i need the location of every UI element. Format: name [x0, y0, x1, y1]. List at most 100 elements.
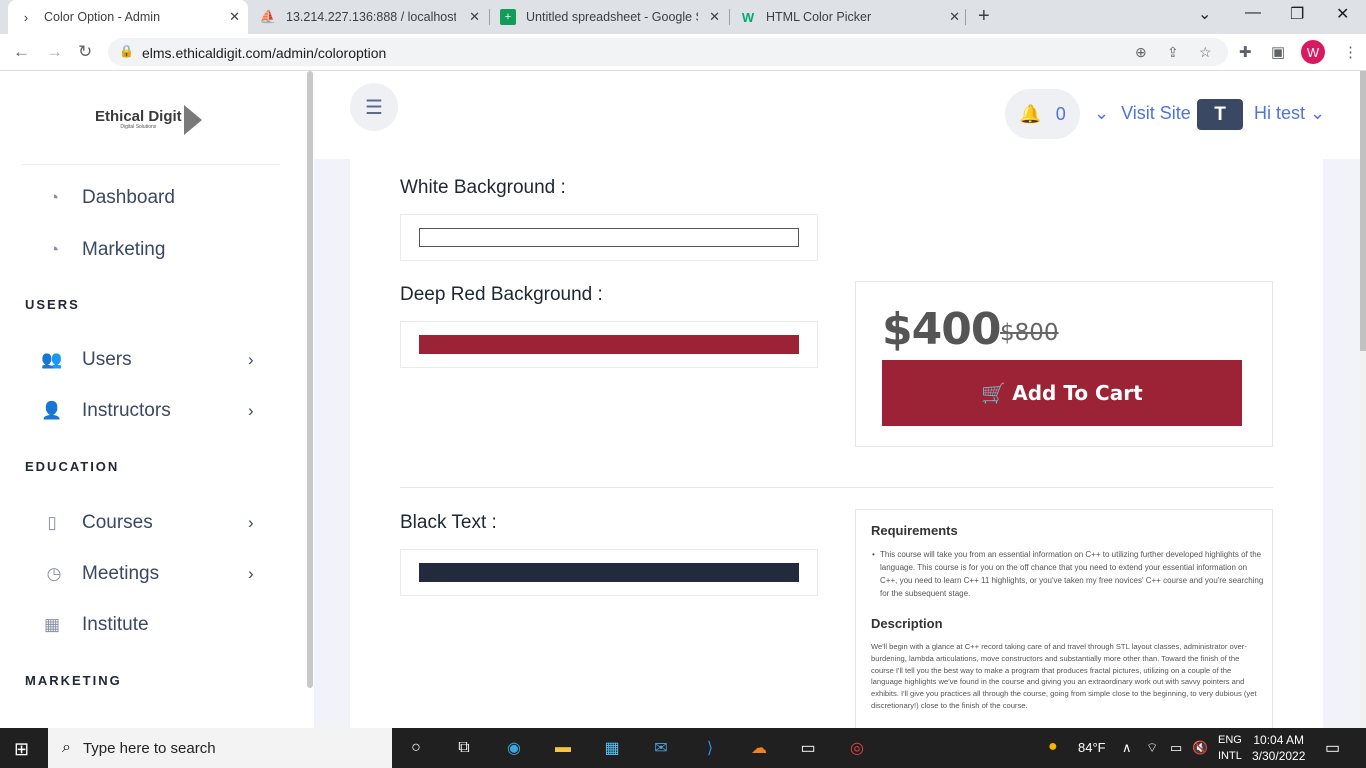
volume-mute-icon[interactable]: 🔇 [1192, 740, 1208, 756]
chevron-right-icon: › [248, 564, 254, 583]
admin-sidebar: Ethical Digit Digital Solutions ◔ Dashbo… [0, 71, 314, 728]
cortana-icon[interactable]: ○ [404, 737, 428, 759]
course-price: $400 [882, 304, 1001, 355]
lock-icon[interactable]: 🔒 [119, 44, 134, 58]
store-icon[interactable]: ▦ [600, 737, 624, 759]
zoom-icon[interactable]: ⊕ [1135, 44, 1147, 61]
notifications-button[interactable]: 🔔 0 [1005, 89, 1080, 139]
file-explorer-icon[interactable]: ▬ [551, 737, 575, 759]
deep-red-background-label: Deep Red Background : [400, 284, 603, 305]
grid-icon: ▦ [43, 615, 61, 634]
weather-temperature[interactable]: 84°F [1078, 740, 1106, 755]
user-icon: 👤 [41, 401, 63, 420]
course-details-preview: Requirements This course will take you f… [855, 509, 1273, 728]
sidebar-item-institute[interactable]: ▦ Institute [40, 610, 149, 640]
tab-html-color-picker[interactable]: W HTML Color Picker ✕ [730, 0, 968, 34]
deep-red-background-picker[interactable] [400, 321, 818, 368]
terminal-icon[interactable]: ▭ [796, 737, 820, 759]
maximize-button[interactable]: ❐ [1290, 4, 1304, 24]
visit-site-link[interactable]: ⌄ Visit Site [1094, 103, 1191, 124]
black-text-picker[interactable] [400, 549, 818, 596]
pie-chart-icon: ◔ [48, 188, 60, 207]
new-tab-button[interactable]: + [978, 5, 990, 28]
sidebar-item-users[interactable]: 👥 Users › [40, 345, 253, 375]
black-text-label: Black Text : [400, 512, 497, 533]
task-view-icon[interactable]: ⧉ [452, 737, 476, 759]
profile-avatar[interactable]: W [1301, 40, 1325, 64]
white-color-swatch[interactable] [419, 228, 799, 247]
admin-topbar: ☰ 🔔 0 ⌄ Visit Site T Hi test ⌄ [314, 71, 1360, 159]
color-options-card: White Background : Deep Red Background :… [350, 159, 1323, 728]
cloudflare-icon[interactable]: ☁ [747, 737, 771, 759]
sidebar-item-meetings[interactable]: ◷ Meetings › [40, 559, 254, 589]
sidebar-item-courses[interactable]: ▯ Courses › [40, 508, 253, 538]
clock-time: 10:04 AM [1253, 733, 1305, 747]
close-window-button[interactable]: ✕ [1336, 4, 1349, 24]
url-text[interactable]: elms.ethicaldigit.com/admin/coloroption [142, 45, 386, 61]
logo-name: Ethical Digit [95, 108, 182, 125]
address-bar[interactable]: 🔒 elms.ethicaldigit.com/admin/coloroptio… [108, 38, 1228, 66]
sidebar-scrollbar[interactable] [307, 71, 313, 688]
chevron-right-icon: › [248, 401, 254, 420]
black-color-swatch[interactable] [419, 563, 799, 582]
wifi-icon[interactable]: ⌔ [1146, 740, 1158, 756]
brand-logo[interactable]: Ethical Digit Digital Solutions [95, 105, 202, 135]
sidebar-item-label: Courses [82, 512, 153, 533]
sidebar-item-instructors[interactable]: 👤 Instructors › [40, 396, 253, 426]
tab-color-option-admin[interactable]: › Color Option - Admin ✕ [8, 0, 248, 34]
scrollbar-thumb[interactable] [1360, 71, 1366, 351]
mail-icon[interactable]: ✉ [649, 737, 673, 759]
tab-separator [965, 9, 966, 25]
system-clock[interactable]: 10:04 AM 3/30/2022 [1252, 732, 1305, 764]
deep-red-color-swatch[interactable] [419, 335, 799, 354]
greeting-label: Hi test [1254, 103, 1306, 123]
windows-start-icon[interactable]: ⊞ [14, 739, 29, 760]
menu-lines-icon: ☰ [365, 96, 383, 119]
notification-count: 0 [1055, 103, 1066, 124]
more-menu-icon[interactable]: ⋮ [1343, 43, 1358, 61]
white-background-picker[interactable] [400, 214, 818, 261]
edge-icon[interactable]: ◉ [502, 737, 526, 759]
share-icon[interactable]: ⇪ [1167, 44, 1179, 61]
side-panel-icon[interactable]: ▣ [1271, 43, 1285, 61]
extensions-icon[interactable]: ✚ [1239, 43, 1252, 61]
close-icon[interactable]: ✕ [949, 9, 960, 25]
add-to-cart-button[interactable]: 🛒 Add To Cart [882, 360, 1242, 426]
tab-phpmyadmin[interactable]: ⛵ 13.214.227.136:888 / localhost / e ✕ [250, 0, 488, 34]
back-button[interactable]: ← [13, 42, 30, 62]
browser-tab-bar: › Color Option - Admin ✕ ⛵ 13.214.227.13… [0, 0, 1366, 34]
close-icon[interactable]: ✕ [469, 9, 480, 25]
input-language[interactable]: ENG INTL [1218, 732, 1242, 764]
book-icon: ▯ [47, 513, 57, 532]
chevron-up-icon[interactable]: ∧ [1122, 740, 1132, 756]
battery-icon[interactable]: ▭ [1170, 740, 1182, 756]
reload-button[interactable]: ↻ [78, 42, 92, 62]
sidebar-item-marketing[interactable]: ◔ Marketing [40, 235, 166, 265]
user-avatar[interactable]: T [1197, 99, 1243, 130]
weather-icon[interactable]: ● [1048, 738, 1058, 756]
vscode-icon[interactable]: ⟩ [698, 737, 722, 759]
notification-center-icon[interactable]: ▭ [1325, 738, 1340, 758]
taskbar-search[interactable]: ⌕ Type here to search [48, 728, 392, 768]
sheets-icon: + [500, 9, 516, 25]
clock-icon: ◷ [46, 564, 62, 583]
menu-toggle-button[interactable]: ☰ [350, 83, 398, 131]
forward-button[interactable]: → [46, 42, 63, 62]
requirements-text: This course will take you from an essent… [872, 548, 1265, 600]
tab-title: Color Option - Admin [44, 10, 161, 24]
minimize-button[interactable]: — [1245, 4, 1261, 22]
chevron-down-icon: ⌄ [1310, 103, 1326, 123]
sidebar-item-label: Instructors [82, 400, 171, 421]
chrome-icon[interactable]: ◎ [845, 737, 869, 759]
close-icon[interactable]: ✕ [229, 9, 240, 25]
bookmark-star-icon[interactable]: ☆ [1199, 44, 1212, 61]
user-menu[interactable]: Hi test ⌄ [1254, 103, 1325, 124]
close-icon[interactable]: ✕ [709, 9, 720, 25]
sidebar-item-dashboard[interactable]: ◔ Dashboard [40, 183, 175, 213]
sidebar-item-label: Marketing [82, 239, 166, 260]
tab-search-chevron-icon[interactable]: ⌄ [1198, 4, 1211, 24]
language-code: ENG [1218, 734, 1242, 746]
page-scrollbar[interactable] [1360, 71, 1366, 728]
w3schools-icon: W [741, 9, 755, 25]
tab-google-sheets[interactable]: + Untitled spreadsheet - Google Sh ✕ [490, 0, 728, 34]
